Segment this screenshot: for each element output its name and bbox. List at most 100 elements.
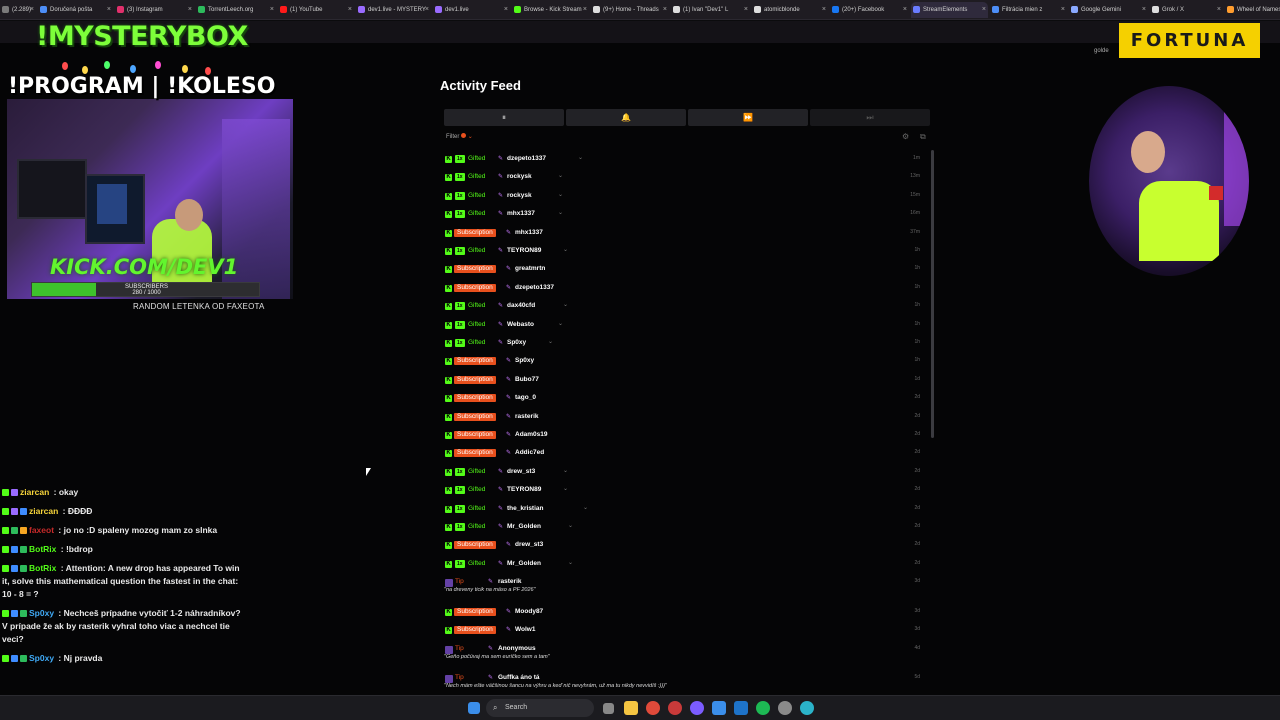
gear-icon[interactable]: ⚙ xyxy=(902,132,909,141)
close-tab-icon[interactable]: × xyxy=(425,2,429,18)
activity-row[interactable]: K 1x Gifted ✎ dax40cfd ⌄ 1h xyxy=(440,299,926,317)
app-icon[interactable] xyxy=(734,701,748,715)
event-user[interactable]: Mr_Golden xyxy=(507,522,541,532)
event-user[interactable]: rasterik xyxy=(515,412,539,422)
pause-button[interactable]: ⏸ xyxy=(444,109,564,126)
event-user[interactable]: TEYRON89 xyxy=(507,246,541,256)
browser-tab[interactable]: Wheel of Names xyxy=(1225,2,1280,18)
event-user[interactable]: dzepeto1337 xyxy=(507,154,546,164)
settings-icon[interactable] xyxy=(778,701,792,715)
chat-username[interactable]: ziarcan xyxy=(20,487,49,497)
activity-row[interactable]: K 1x Gifted ✎ drew_st3 ⌄ 2d xyxy=(440,465,926,483)
chevron-down-icon[interactable]: ⌄ xyxy=(563,301,568,308)
chevron-down-icon[interactable]: ⌄ xyxy=(548,338,553,345)
chat-username[interactable]: faxeot xyxy=(29,525,54,535)
chrome-icon[interactable] xyxy=(646,701,660,715)
close-tab-icon[interactable]: × xyxy=(270,2,274,18)
event-user[interactable]: Bubo77 xyxy=(515,375,539,385)
activity-row[interactable]: K Subscription ✎ Wolw1 3d xyxy=(440,623,926,641)
activity-row[interactable]: K 1x Gifted ✎ Mr_Golden ⌄ 2d xyxy=(440,520,926,538)
event-user[interactable]: dax40cfd xyxy=(507,301,535,311)
spotify-icon[interactable] xyxy=(756,701,770,715)
browser-tab[interactable]: Browse - Kick Stream × xyxy=(512,2,589,18)
file-explorer-icon[interactable] xyxy=(624,701,638,715)
event-user[interactable]: Addic7ed xyxy=(515,448,544,458)
activity-row[interactable]: K Subscription ✎ dzepeto1337 1h xyxy=(440,281,926,299)
browser-tab[interactable]: Google Gemini × xyxy=(1069,2,1148,18)
activity-row[interactable]: K 1x Gifted ✎ Sp0xy ⌄ 1h xyxy=(440,336,926,354)
chat-username[interactable]: Sp0xy xyxy=(29,608,54,618)
activity-row[interactable]: K 1x Gifted ✎ mhx1337 ⌄ 16m xyxy=(440,207,926,225)
activity-row[interactable]: K 1x Gifted ✎ TEYRON89 ⌄ 1h xyxy=(440,244,926,262)
browser-tab[interactable]: Filtrácia mien z × xyxy=(990,2,1067,18)
browser-tab[interactable]: TorrentLeech.org × xyxy=(196,2,276,18)
activity-row[interactable]: K 1x Gifted ✎ dzepeto1337 ⌄ 1m xyxy=(440,152,926,170)
close-tab-icon[interactable]: × xyxy=(504,2,508,18)
activity-row[interactable]: K 1x Gifted ✎ Mr_Golden ⌄ 2d xyxy=(440,557,926,575)
chevron-down-icon[interactable]: ⌄ xyxy=(558,191,563,198)
activity-row[interactable]: K 1x Gifted ✎ Webasto ⌄ 1h xyxy=(440,318,926,336)
activity-row[interactable]: K Subscription ✎ greatmrtn 1h xyxy=(440,262,926,280)
activity-row[interactable]: K Subscription ✎ Addic7ed 2d xyxy=(440,446,926,464)
event-user[interactable]: Sp0xy xyxy=(515,356,534,366)
browser-tab[interactable]: (1) YouTube × xyxy=(278,2,354,18)
chat-username[interactable]: BotRix xyxy=(29,563,56,573)
activity-row[interactable]: Tip ✎ Anonymous "Geňo počúvaj ma sem euríčk… xyxy=(440,642,926,660)
browser-tab[interactable]: (9+) Home - Threads × xyxy=(591,2,669,18)
browser-tab[interactable]: Grok / X × xyxy=(1150,2,1223,18)
chat-username[interactable]: Sp0xy xyxy=(29,653,54,663)
alert-button[interactable]: 🔔 xyxy=(566,109,686,126)
close-tab-icon[interactable]: × xyxy=(903,2,907,18)
activity-row[interactable]: K Subscription ✎ Bubo77 1d xyxy=(440,373,926,391)
event-user[interactable]: Webasto xyxy=(507,320,534,330)
activity-row[interactable]: K Subscription ✎ Sp0xy 1h xyxy=(440,354,926,372)
event-user[interactable]: rockysk xyxy=(507,191,532,201)
activity-row[interactable]: K Subscription ✎ Moody87 3d xyxy=(440,605,926,623)
chevron-down-icon[interactable]: ⌄ xyxy=(558,172,563,179)
browser-tab[interactable]: (1) Ivan "Dev1" L × xyxy=(671,2,750,18)
event-user[interactable]: Anonymous xyxy=(498,644,536,654)
chat-username[interactable]: ziarcan xyxy=(29,506,58,516)
chevron-down-icon[interactable]: ⌄ xyxy=(558,320,563,327)
activity-row[interactable]: K Subscription ✎ mhx1337 37m xyxy=(440,226,926,244)
app-icon[interactable] xyxy=(800,701,814,715)
popout-icon[interactable]: ⧉ xyxy=(920,132,926,142)
event-user[interactable]: greatmrtn xyxy=(515,264,545,274)
activity-row[interactable]: K 1x Gifted ✎ rockysk ⌄ 13m xyxy=(440,170,926,188)
event-user[interactable]: Mr_Golden xyxy=(507,559,541,569)
chevron-down-icon[interactable]: ⌄ xyxy=(558,209,563,216)
browser-tab[interactable]: atomicblonde × xyxy=(752,2,828,18)
filter-dropdown[interactable]: Filter ⌄ xyxy=(446,133,473,140)
activity-row[interactable]: K Subscription ✎ tago_0 2d xyxy=(440,391,926,409)
app-icon[interactable] xyxy=(668,701,682,715)
chevron-down-icon[interactable]: ⌄ xyxy=(578,154,583,161)
chevron-down-icon[interactable]: ⌄ xyxy=(563,467,568,474)
chevron-down-icon[interactable]: ⌄ xyxy=(568,522,573,529)
activity-row[interactable]: K Subscription ✎ rasterik 2d xyxy=(440,410,926,428)
browser-tab[interactable]: dev1.live - MYSTERY × xyxy=(356,2,431,18)
event-user[interactable]: Adam0s19 xyxy=(515,430,548,440)
task-view-icon[interactable] xyxy=(603,703,614,714)
activity-row[interactable]: K Subscription ✎ drew_st3 2d xyxy=(440,538,926,556)
activity-row[interactable]: K 1x Gifted ✎ the_kristian ⌄ 2d xyxy=(440,502,926,520)
browser-tab[interactable]: (20+) Facebook × xyxy=(830,2,909,18)
feed-scrollbar[interactable] xyxy=(931,150,934,438)
close-tab-icon[interactable]: × xyxy=(982,2,986,18)
activity-row[interactable]: K Subscription ✎ Adam0s19 2d xyxy=(440,428,926,446)
event-user[interactable]: the_kristian xyxy=(507,504,544,514)
chevron-down-icon[interactable]: ⌄ xyxy=(563,246,568,253)
event-user[interactable]: dzepeto1337 xyxy=(515,283,554,293)
event-user[interactable]: Sp0xy xyxy=(507,338,526,348)
event-user[interactable]: Wolw1 xyxy=(515,625,535,635)
event-user[interactable]: TEYRON89 xyxy=(507,485,541,495)
chat-username[interactable]: BotRix xyxy=(29,544,56,554)
activity-row[interactable]: K 1x Gifted ✎ TEYRON89 ⌄ 2d xyxy=(440,483,926,501)
close-tab-icon[interactable]: × xyxy=(1061,2,1065,18)
browser-tab[interactable]: (2.289) × xyxy=(0,2,36,18)
skip-all-button[interactable]: ⏭ xyxy=(810,109,930,126)
close-tab-icon[interactable]: × xyxy=(107,2,111,18)
close-tab-icon[interactable]: × xyxy=(1217,2,1221,18)
notepad-icon[interactable] xyxy=(712,701,726,715)
close-tab-icon[interactable]: × xyxy=(744,2,748,18)
browser-tab[interactable]: dev1.live × xyxy=(433,2,510,18)
